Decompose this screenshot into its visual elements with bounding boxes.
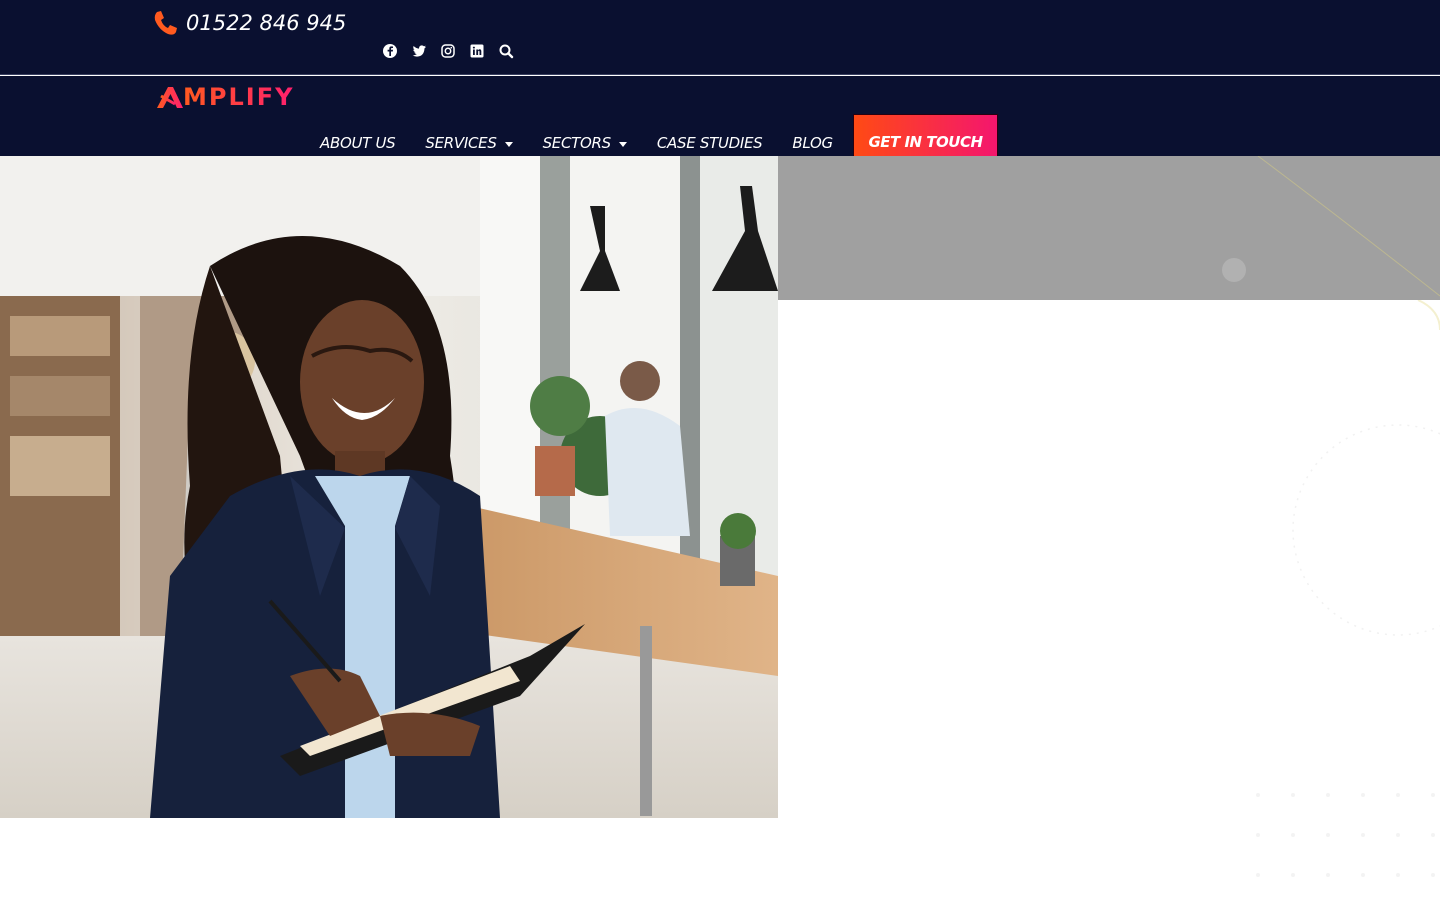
decorative-background (778, 300, 1440, 900)
amplify-logo[interactable]: MPLIFY (155, 82, 315, 112)
logo-mark-icon (157, 87, 183, 108)
decorative-pattern (1256, 300, 1440, 877)
phone-contact[interactable]: 01522 846 945 (150, 8, 346, 38)
nav-blog[interactable]: BLOG (792, 114, 833, 152)
nav-services[interactable]: SERVICES (425, 114, 513, 152)
chevron-down-icon (618, 141, 627, 147)
banner-decoration (1222, 156, 1440, 297)
linkedin-icon[interactable] (469, 43, 485, 59)
hero-image (0, 156, 778, 818)
social-links (382, 43, 514, 59)
facebook-icon[interactable] (382, 43, 398, 59)
search-icon[interactable] (498, 43, 514, 59)
chevron-down-icon (504, 141, 513, 147)
grey-banner-panel (778, 156, 1440, 300)
main-header: MPLIFY ABOUT US SERVICES SECTORS CASE ST… (0, 76, 1440, 170)
nav-sectors[interactable]: SECTORS (543, 114, 627, 152)
twitter-icon[interactable] (411, 43, 427, 59)
instagram-icon[interactable] (440, 43, 456, 59)
businesswoman-photo (0, 156, 778, 818)
logo-text: MPLIFY (183, 83, 295, 111)
nav-services-label: SERVICES (425, 134, 497, 152)
top-bar: 01522 846 945 (0, 0, 1440, 75)
nav-case-studies-label: CASE STUDIES (656, 134, 763, 152)
phone-number: 01522 846 945 (186, 11, 347, 35)
nav-case-studies[interactable]: CASE STUDIES (657, 114, 763, 152)
phone-icon (154, 11, 177, 35)
nav-about-us[interactable]: ABOUT US (320, 114, 396, 152)
get-in-touch-label: GET IN TOUCH (868, 133, 983, 151)
nav-sectors-label: SECTORS (542, 134, 612, 152)
nav-blog-label: BLOG (792, 134, 833, 152)
nav-about-us-label: ABOUT US (320, 134, 396, 152)
